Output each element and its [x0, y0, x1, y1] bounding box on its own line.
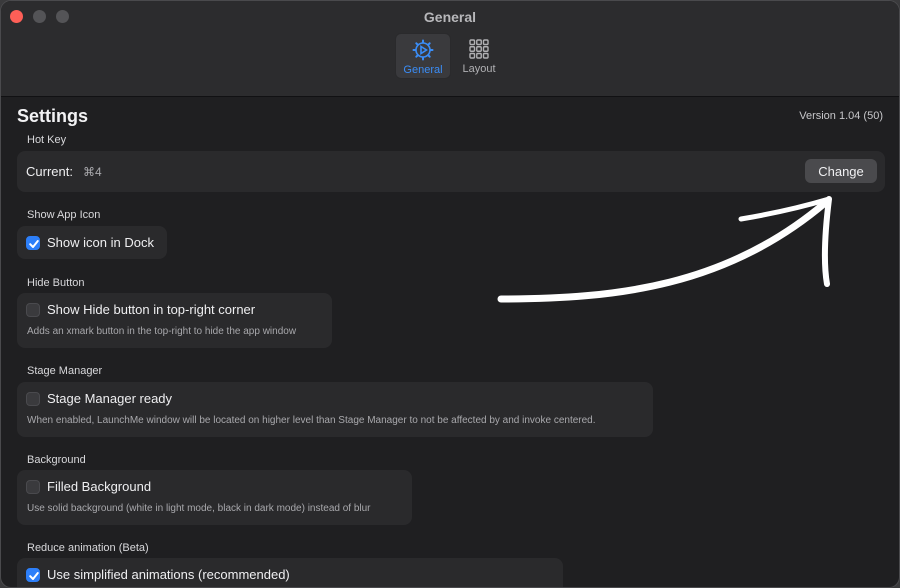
checkmark-icon — [29, 572, 39, 580]
grid-icon — [469, 39, 489, 59]
title-bar: General General Layout — [1, 1, 899, 97]
gear-icon — [412, 39, 434, 61]
show-hide-button-label[interactable]: Show Hide button in top-right corner — [47, 302, 255, 317]
app-icon-group: Show icon in Dock — [17, 226, 167, 259]
show-icon-in-dock-checkbox[interactable] — [26, 236, 40, 250]
stage-manager-ready-checkbox[interactable] — [26, 392, 40, 406]
filled-background-checkbox[interactable] — [26, 480, 40, 494]
settings-window: General General Layout Settings Version … — [0, 0, 900, 588]
background-group: Filled Background Use solid background (… — [17, 470, 412, 525]
hide-button-description: Adds an xmark button in the top-right to… — [27, 326, 297, 337]
hide-button-group: Show Hide button in top-right corner Add… — [17, 293, 332, 348]
simplified-animations-checkbox[interactable] — [26, 568, 40, 582]
window-title: General — [423, 9, 477, 25]
show-hide-button-checkbox[interactable] — [26, 303, 40, 317]
hotkey-current-label: Current: — [26, 164, 73, 179]
hotkey-current-value: ⌘4 — [83, 165, 102, 179]
app-icon-section-label: Show App Icon — [27, 209, 101, 221]
version-label: Version 1.04 (50) — [799, 110, 883, 122]
stage-manager-description: When enabled, LaunchMe window will be lo… — [27, 415, 596, 426]
page-title: Settings — [17, 106, 89, 126]
hide-button-section-label: Hide Button — [27, 277, 85, 289]
stage-manager-group: Stage Manager ready When enabled, Launch… — [17, 382, 653, 437]
tab-layout-label: Layout — [462, 63, 496, 75]
reduce-animation-section-label: Reduce animation (Beta) — [27, 542, 149, 554]
tab-general-label: General — [403, 64, 443, 76]
change-hotkey-button[interactable]: Change — [805, 159, 877, 183]
filled-background-label[interactable]: Filled Background — [47, 479, 151, 494]
tab-layout[interactable]: Layout — [451, 33, 507, 79]
stage-manager-ready-label[interactable]: Stage Manager ready — [47, 391, 172, 406]
settings-content: Settings Version 1.04 (50) Hot Key Curre… — [1, 97, 899, 587]
show-icon-in-dock-label[interactable]: Show icon in Dock — [47, 235, 154, 250]
annotation-arrow-icon — [497, 196, 832, 303]
stage-manager-section-label: Stage Manager — [27, 365, 103, 377]
background-section-label: Background — [27, 454, 86, 466]
background-description: Use solid background (white in light mod… — [27, 503, 371, 514]
hotkey-group: Current: ⌘4 Change — [17, 151, 885, 192]
hotkey-section-label: Hot Key — [27, 134, 67, 146]
checkmark-icon — [29, 240, 39, 248]
tab-general[interactable]: General — [395, 33, 451, 79]
simplified-animations-label[interactable]: Use simplified animations (recommended) — [47, 567, 290, 582]
reduce-animation-group: Use simplified animations (recommended) — [17, 558, 563, 587]
